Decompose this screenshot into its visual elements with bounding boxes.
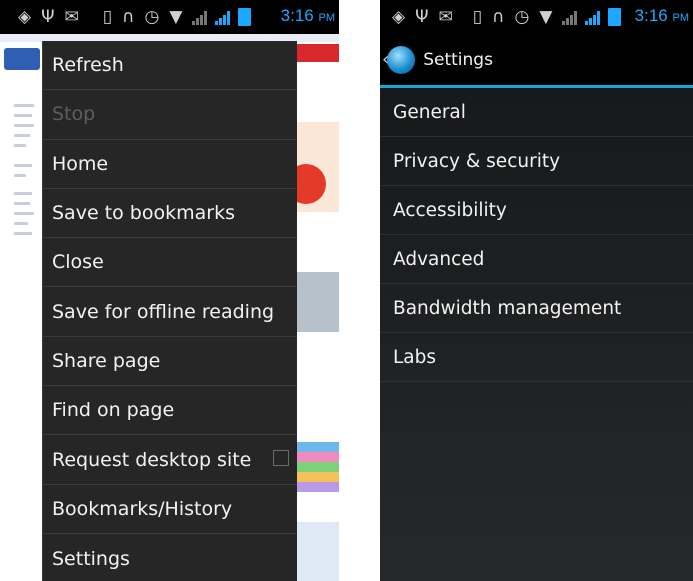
web-text-line — [14, 134, 30, 137]
vibrate-icon: ▯ — [102, 6, 113, 27]
signal-icon — [192, 9, 208, 25]
action-bar: ‹ Settings — [380, 34, 693, 88]
web-text-line — [14, 104, 34, 107]
menu-item-label: Share page — [52, 349, 161, 372]
menu-item-label: Bookmarks/History — [52, 497, 233, 520]
web-banner — [296, 44, 339, 62]
menu-item-label: Settings — [52, 547, 130, 570]
menu-item-find-on-page[interactable]: Find on page — [43, 386, 297, 436]
page-title: Settings — [423, 49, 493, 70]
battery-icon — [238, 8, 252, 26]
wifi-icon: ▼ — [169, 6, 183, 27]
desktop-site-checkbox[interactable] — [273, 450, 289, 467]
web-color-blocks — [296, 442, 339, 492]
web-text-line — [14, 222, 28, 225]
menu-item-refresh[interactable]: Refresh — [43, 41, 297, 91]
menu-item-settings[interactable]: Settings — [43, 534, 297, 581]
alarm-icon: ◷ — [514, 6, 530, 27]
status-time: 3:16 PM — [634, 6, 689, 25]
browser-options-menu: Refresh Stop Home Save to bookmarks Clos… — [42, 41, 297, 581]
browser-screen: ◈ Ψ ✉ ▯ ∩ ◷ ▼ 3:16 PM Refresh Stop Home … — [0, 0, 339, 581]
menu-item-request-desktop-site[interactable]: Request desktop site — [43, 435, 297, 485]
location-icon: ◈ — [392, 6, 406, 27]
menu-item-label: Close — [52, 251, 104, 274]
settings-item-labs[interactable]: Labs — [380, 333, 693, 382]
menu-item-label: Refresh — [52, 54, 124, 77]
location-icon: ◈ — [18, 6, 32, 27]
vibrate-icon: ▯ — [472, 6, 483, 27]
web-text-line — [14, 192, 32, 195]
headset-icon: ∩ — [492, 6, 505, 27]
settings-item-bandwidth-management[interactable]: Bandwidth management — [380, 284, 693, 333]
web-text-line — [14, 144, 26, 147]
web-text-line — [14, 124, 34, 127]
settings-item-accessibility[interactable]: Accessibility — [380, 186, 693, 235]
mail-icon: ✉ — [438, 6, 453, 27]
status-bar: ◈ Ψ ✉ ▯ ∩ ◷ ▼ 3:16 PM — [0, 0, 339, 34]
menu-item-save-to-bookmarks[interactable]: Save to bookmarks — [43, 189, 297, 239]
menu-item-share-page[interactable]: Share page — [43, 337, 297, 387]
web-text-line — [14, 212, 34, 215]
web-left-column — [0, 42, 42, 581]
settings-item-general[interactable]: General — [380, 88, 693, 137]
menu-item-home[interactable]: Home — [43, 140, 297, 189]
menu-item-label: Save for offline reading — [52, 300, 275, 323]
web-text-line — [14, 202, 30, 205]
web-text-line — [14, 114, 32, 117]
menu-item-label: Stop — [52, 103, 96, 126]
settings-item-advanced[interactable]: Advanced — [380, 235, 693, 284]
web-text-line — [14, 174, 26, 177]
status-bar: ◈ Ψ ✉ ▯ ∩ ◷ ▼ 3:16 PM — [380, 0, 693, 34]
menu-item-bookmarks-history[interactable]: Bookmarks/History — [43, 485, 297, 534]
globe-icon[interactable] — [387, 45, 416, 74]
signal-icon — [585, 9, 601, 25]
settings-list: General Privacy & security Accessibility… — [380, 88, 693, 382]
battery-icon — [608, 8, 622, 26]
menu-item-label: Home — [52, 152, 109, 175]
menu-item-label: Save to bookmarks — [52, 202, 235, 225]
usb-icon: Ψ — [415, 6, 429, 27]
web-text-line — [14, 164, 32, 167]
menu-item-save-offline[interactable]: Save for offline reading — [43, 287, 297, 337]
settings-item-privacy-security[interactable]: Privacy & security — [380, 137, 693, 186]
menu-item-close[interactable]: Close — [43, 238, 297, 288]
headset-icon: ∩ — [122, 6, 135, 27]
web-text-line — [14, 232, 32, 235]
alarm-icon: ◷ — [144, 6, 160, 27]
menu-item-label: Find on page — [52, 399, 175, 422]
menu-item-stop: Stop — [43, 90, 297, 140]
mail-icon: ✉ — [64, 6, 79, 27]
status-time: 3:16 PM — [280, 6, 335, 25]
web-right-column — [286, 42, 339, 581]
settings-screen: ◈ Ψ ✉ ▯ ∩ ◷ ▼ 3:16 PM ‹ Settings General… — [380, 0, 693, 581]
usb-icon: Ψ — [41, 6, 55, 27]
web-bottom-box — [296, 522, 339, 581]
web-photo — [296, 272, 339, 332]
web-logo-secondary — [8, 82, 40, 96]
web-logo — [4, 48, 40, 70]
signal-icon — [562, 9, 578, 25]
wifi-icon: ▼ — [539, 6, 553, 27]
menu-item-label: Request desktop site — [52, 448, 252, 471]
signal-icon — [215, 9, 231, 25]
